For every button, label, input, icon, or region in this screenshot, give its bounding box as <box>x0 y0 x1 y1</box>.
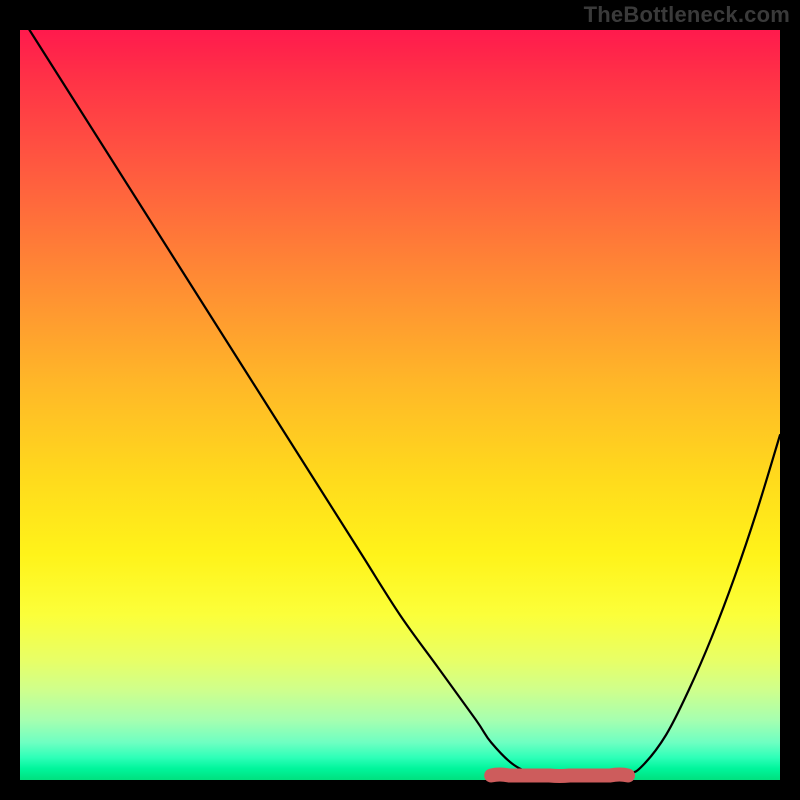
watermark-text: TheBottleneck.com <box>584 2 790 28</box>
curve-layer <box>20 30 780 780</box>
chart-frame: TheBottleneck.com <box>0 0 800 800</box>
gradient-plot-area <box>20 30 780 780</box>
bottleneck-curve <box>20 15 780 777</box>
optimal-range-marker <box>491 775 628 777</box>
